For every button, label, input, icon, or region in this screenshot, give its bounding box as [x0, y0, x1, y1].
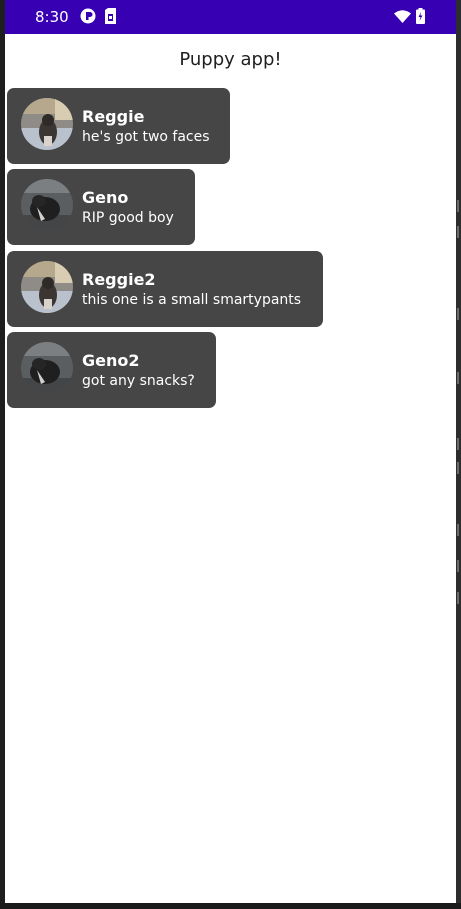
sim-icon	[105, 8, 116, 24]
geno-avatar-image	[21, 342, 73, 394]
message-sender-name: Reggie	[82, 107, 145, 126]
message-sender-name: Reggie2	[82, 270, 156, 289]
message-sender-name: Geno	[82, 188, 129, 207]
wifi-icon	[394, 10, 411, 23]
message-card[interactable]: Geno RIP good boy	[7, 169, 195, 245]
window-right-edge	[456, 0, 461, 909]
circle-status-icon	[80, 8, 96, 24]
app-title: Puppy app!	[179, 49, 282, 70]
geno-avatar-image	[21, 179, 73, 231]
message-sender-name: Geno2	[82, 351, 140, 370]
message-card[interactable]: Geno2 got any snacks?	[7, 332, 216, 408]
window-bottom-edge	[0, 903, 461, 909]
reggie-avatar-image	[21, 261, 73, 313]
reggie-avatar-image	[21, 98, 73, 150]
message-text: got any snacks?	[82, 373, 195, 389]
message-card[interactable]: Reggie2 this one is a small smartypants	[7, 251, 323, 327]
message-card[interactable]: Reggie he's got two faces	[7, 88, 230, 164]
message-text: RIP good boy	[82, 210, 174, 226]
status-bar: 8:30	[5, 0, 456, 34]
phone-screen: 8:30 Puppy app! Reggie he's got two face…	[5, 0, 456, 903]
message-text: he's got two faces	[82, 129, 210, 145]
status-time: 8:30	[35, 8, 69, 26]
battery-icon	[416, 8, 425, 24]
message-text: this one is a small smartypants	[82, 292, 302, 308]
